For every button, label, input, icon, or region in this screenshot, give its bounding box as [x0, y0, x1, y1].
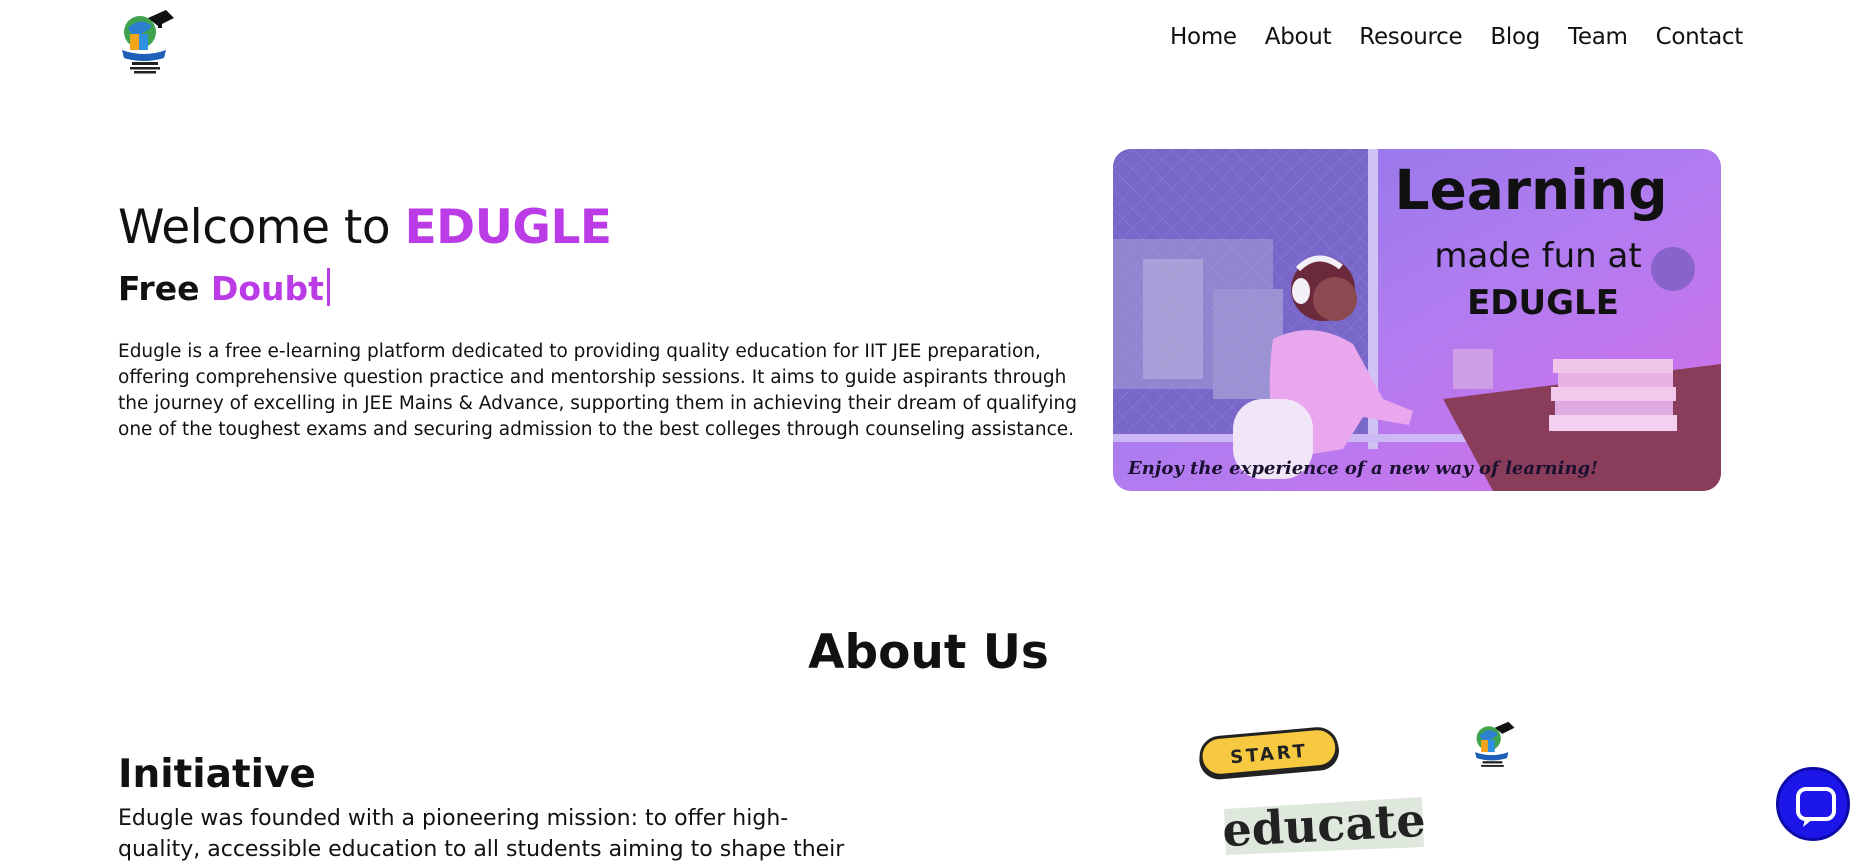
- nav-links: Home About Resource Blog Team Contact: [1142, 24, 1743, 50]
- about-section-title: About Us: [808, 625, 1049, 680]
- image-heading: Learning: [1394, 158, 1667, 222]
- hero-subtitle-typed: Doubt: [210, 269, 324, 308]
- edugle-logo-icon[interactable]: [118, 8, 176, 76]
- nav-home-link[interactable]: Home: [1170, 24, 1237, 50]
- nav-contact-link[interactable]: Contact: [1656, 24, 1744, 50]
- nav-blog-link[interactable]: Blog: [1490, 24, 1540, 50]
- hero-subtitle: Free Doubt: [118, 268, 330, 308]
- chat-bubble-icon: [1796, 787, 1836, 827]
- hero-description: Edugle is a free e-learning platform ded…: [118, 341, 1078, 440]
- initiative-title: Initiative: [118, 752, 316, 797]
- chat-button[interactable]: [1776, 767, 1850, 841]
- educate-word: educate: [1222, 795, 1426, 857]
- hero-image: Learning made fun at EDUGLE Enjoy the ex…: [1113, 149, 1721, 491]
- top-navbar: Home About Resource Blog Team Contact: [0, 0, 1857, 80]
- typing-cursor: [326, 268, 330, 306]
- educate-sticker: educate: [1221, 793, 1427, 858]
- nav-about-link[interactable]: About: [1265, 24, 1332, 50]
- initiative-text: Edugle was founded with a pioneering mis…: [118, 806, 845, 862]
- hero-subtitle-static: Free: [118, 269, 200, 308]
- start-badge: START: [1195, 725, 1343, 781]
- image-line3: EDUGLE: [1467, 283, 1619, 323]
- image-caption: Enjoy the experience of a new way of lea…: [1127, 458, 1598, 479]
- nav-team-link[interactable]: Team: [1568, 24, 1628, 50]
- hero-brand-name: EDUGLE: [404, 200, 612, 255]
- hero-title: Welcome to EDUGLE: [118, 200, 612, 255]
- hero-title-prefix: Welcome to: [118, 200, 391, 255]
- edugle-small-logo-icon: [1472, 720, 1516, 772]
- nav-resource-link[interactable]: Resource: [1359, 24, 1462, 50]
- image-line2: made fun at: [1434, 236, 1641, 276]
